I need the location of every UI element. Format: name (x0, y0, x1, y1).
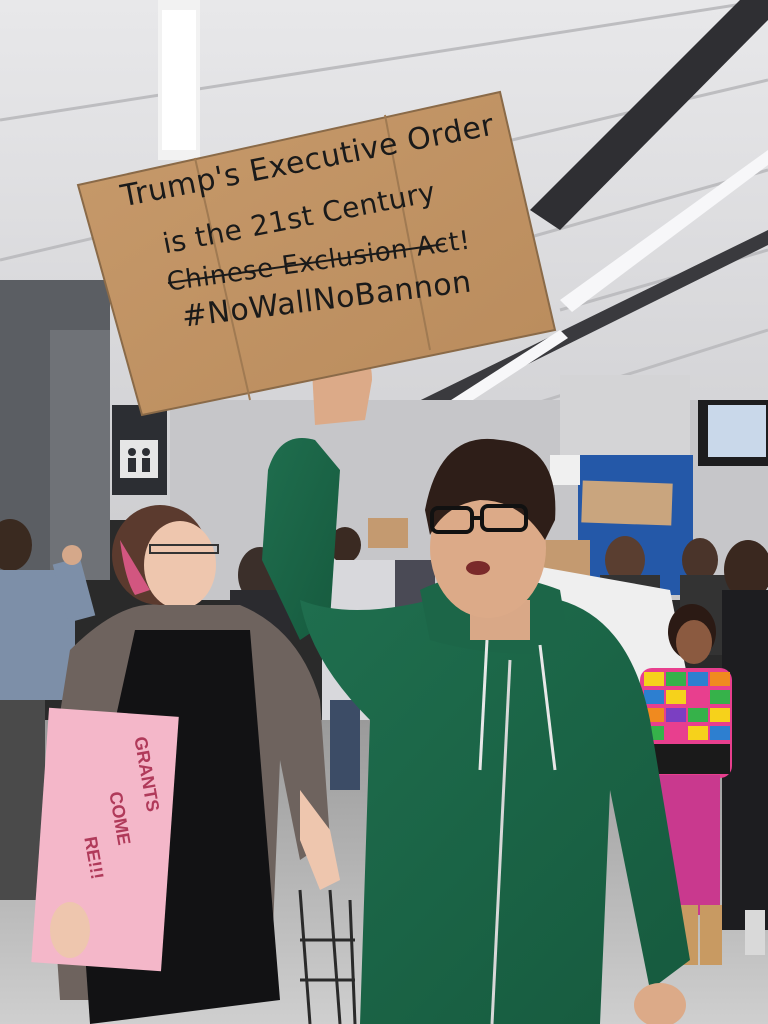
protest-photo: Trump's Executive Order is the 21st Cent… (0, 0, 768, 1024)
